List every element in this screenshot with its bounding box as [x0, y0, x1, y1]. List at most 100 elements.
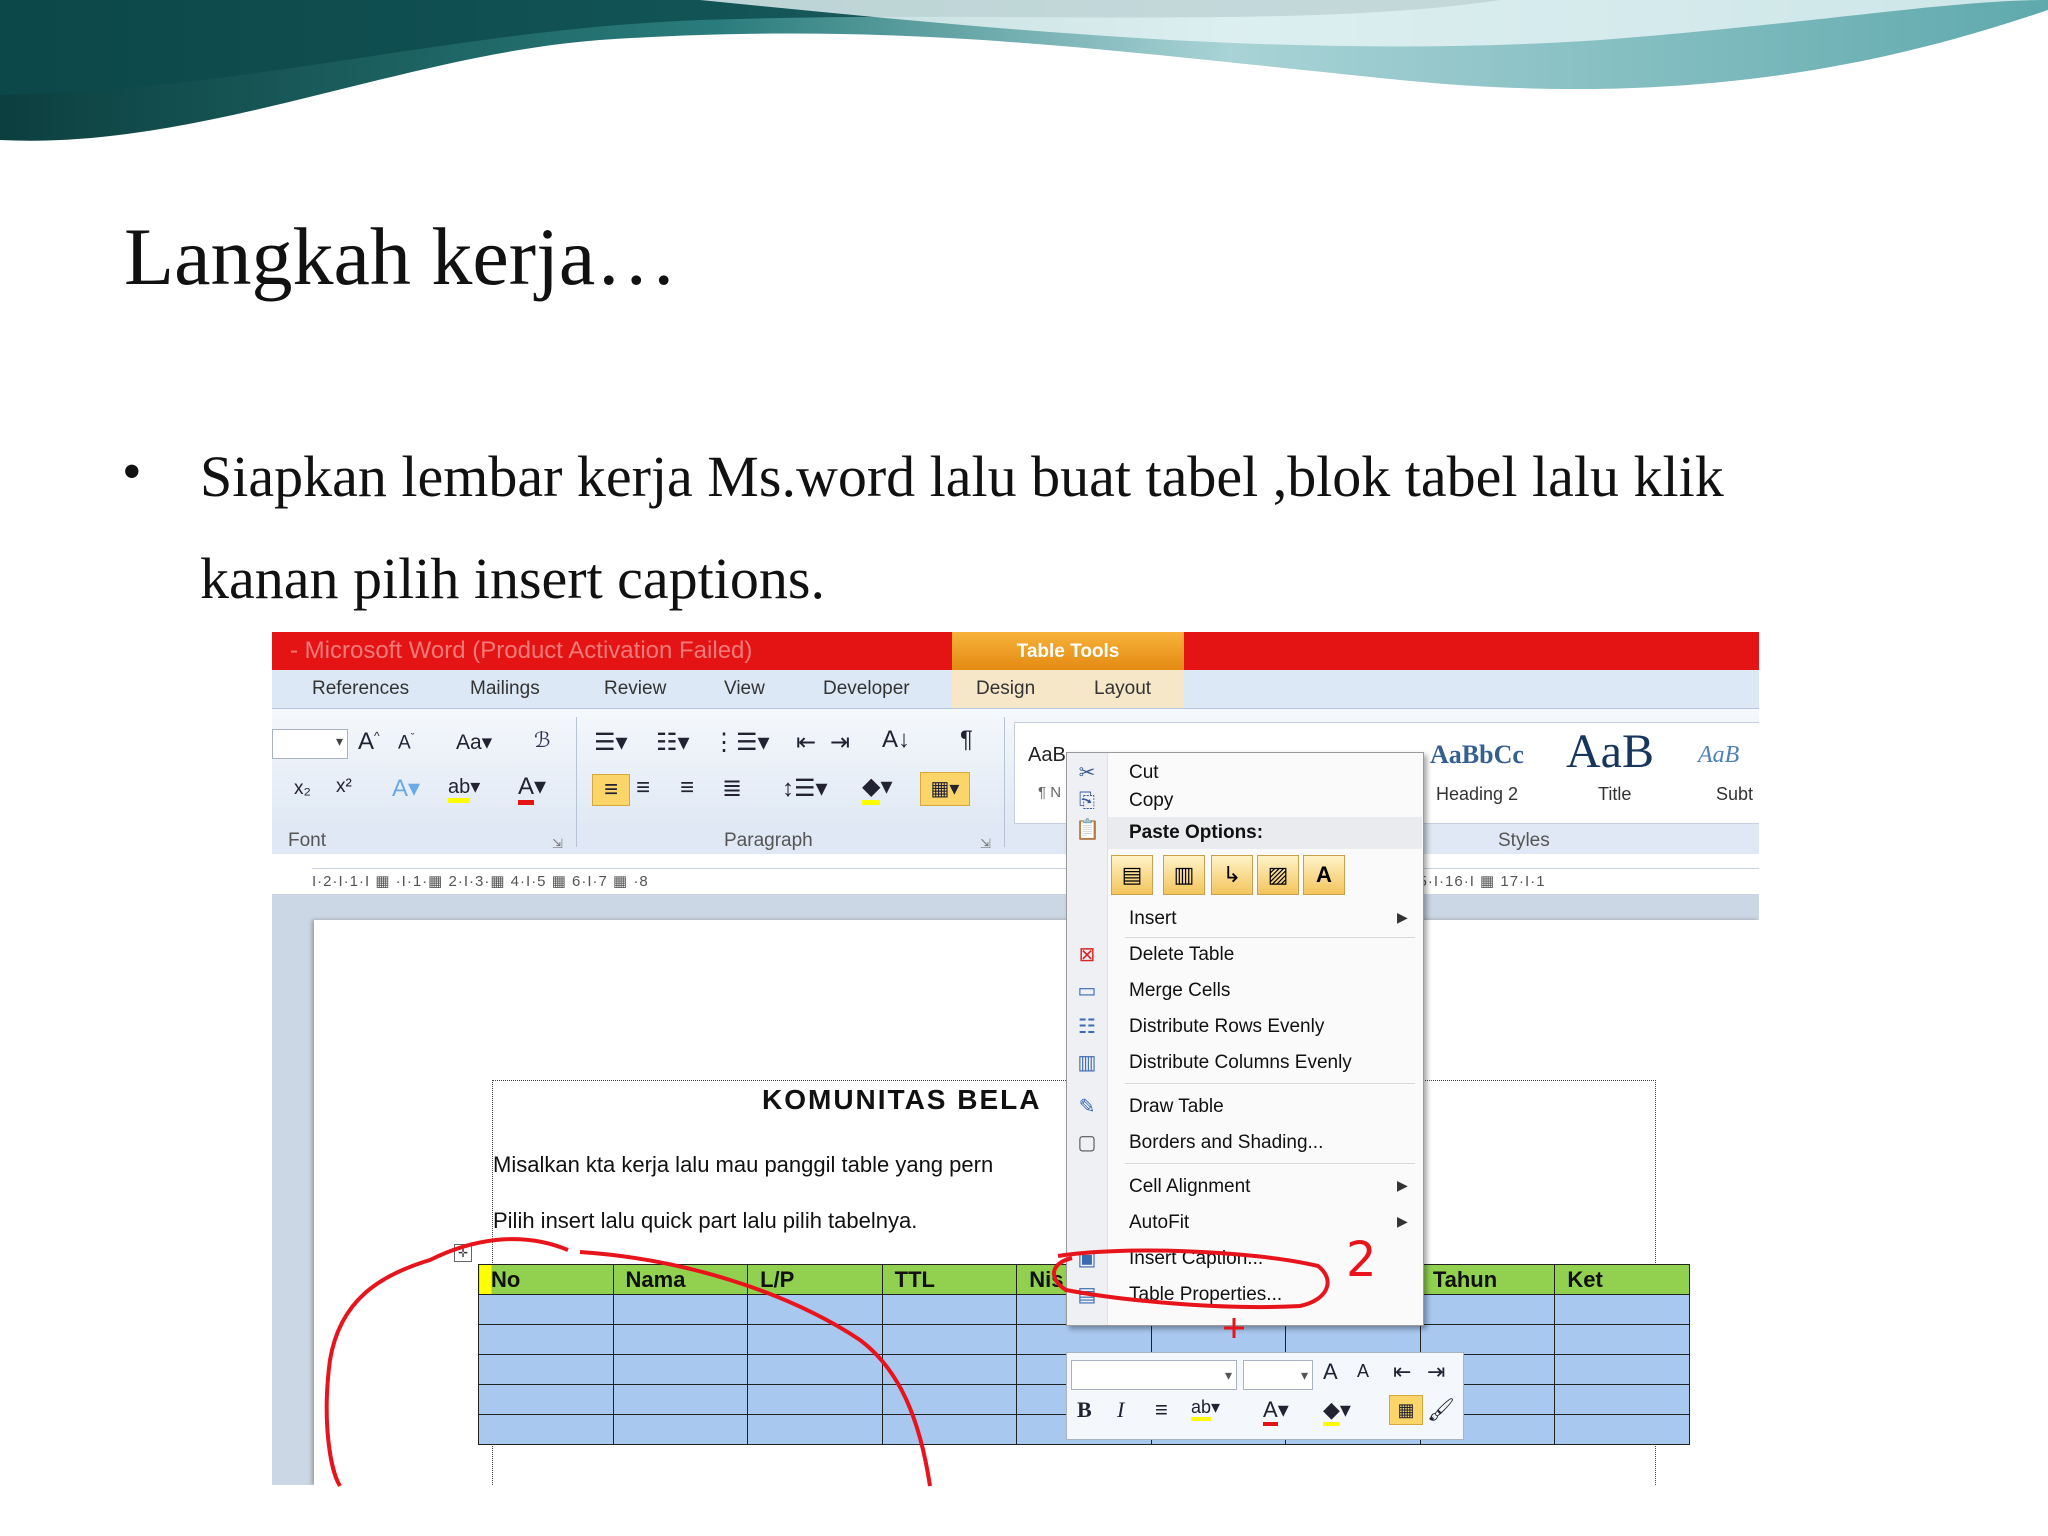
menu-item-merge-cells[interactable]: ▭ Merge Cells	[1067, 975, 1423, 1009]
menu-item-autofit[interactable]: AutoFit ▶	[1067, 1207, 1423, 1241]
table-cell[interactable]	[881, 1354, 1018, 1385]
table-cell[interactable]	[612, 1354, 749, 1385]
table-cell[interactable]	[1419, 1294, 1556, 1325]
table-header-cell[interactable]: No	[478, 1264, 614, 1295]
center-icon[interactable]: ≡	[1155, 1397, 1168, 1423]
table-cell[interactable]	[1554, 1294, 1690, 1325]
table-cell[interactable]	[747, 1384, 883, 1415]
style-preview-subtitle[interactable]: AaB	[1698, 742, 1739, 769]
bold-icon[interactable]: B	[1077, 1397, 1092, 1423]
table-cell[interactable]	[612, 1414, 749, 1445]
table-cell[interactable]	[478, 1354, 614, 1385]
line-spacing-icon[interactable]: ↕☰▾	[782, 774, 828, 803]
table-cell[interactable]	[612, 1384, 749, 1415]
grow-font-icon[interactable]: A	[1323, 1359, 1338, 1385]
style-preview-normal[interactable]: AaB	[1028, 744, 1066, 767]
table-cell[interactable]	[747, 1354, 883, 1385]
tab-mailings[interactable]: Mailings	[470, 678, 540, 700]
decrease-indent-icon[interactable]: ⇤	[796, 728, 816, 757]
highlight-color-icon[interactable]: ab▾	[448, 774, 480, 803]
shading-icon[interactable]: ◆▾	[1323, 1397, 1351, 1426]
tab-references[interactable]: References	[312, 678, 409, 700]
align-right-icon[interactable]: ≡	[680, 774, 694, 802]
table-cell[interactable]	[478, 1324, 614, 1355]
grow-font-icon[interactable]: A^	[358, 728, 380, 756]
increase-indent-icon[interactable]: ⇥	[830, 728, 850, 757]
table-header-cell[interactable]: TTL	[881, 1264, 1018, 1295]
tab-view[interactable]: View	[724, 678, 765, 700]
table-cell[interactable]	[1285, 1324, 1421, 1355]
show-paragraph-marks-icon[interactable]: ¶	[960, 726, 973, 754]
paste-nested-table-icon[interactable]: ↳	[1211, 855, 1253, 895]
borders-button-icon[interactable]: ▦▾	[920, 772, 970, 806]
format-painter-icon[interactable]: 🖌	[1427, 1397, 1455, 1423]
font-color-icon[interactable]: A▾	[1263, 1397, 1289, 1426]
table-cell[interactable]	[612, 1294, 749, 1325]
align-left-icon[interactable]: ≡	[592, 774, 630, 806]
borders-button-icon[interactable]: ▦	[1389, 1395, 1423, 1425]
table-cell[interactable]	[881, 1294, 1018, 1325]
keep-text-only-icon[interactable]: A	[1303, 855, 1345, 895]
highlight-color-icon[interactable]: ab▾	[1191, 1397, 1220, 1421]
menu-item-copy[interactable]: ⎘ Copy	[1067, 785, 1423, 819]
table-cell[interactable]	[1419, 1324, 1556, 1355]
table-cell[interactable]	[1554, 1414, 1690, 1445]
table-cell[interactable]	[881, 1384, 1018, 1415]
menu-item-distribute-columns[interactable]: ▥ Distribute Columns Evenly	[1067, 1047, 1423, 1081]
table-move-handle-icon[interactable]: ✛	[454, 1244, 472, 1262]
style-preview-title[interactable]: AaB	[1566, 724, 1654, 779]
dialog-launcher-icon[interactable]: ⇲	[552, 836, 563, 852]
menu-item-table-properties[interactable]: ▤ Table Properties...	[1067, 1279, 1423, 1313]
table-cell[interactable]	[1554, 1354, 1690, 1385]
style-preview-heading2[interactable]: AaBbCc	[1430, 740, 1524, 770]
subscript-icon[interactable]: x₂	[294, 778, 311, 800]
menu-item-cell-alignment[interactable]: Cell Alignment ▶	[1067, 1171, 1423, 1205]
table-header-cell[interactable]: Ket	[1554, 1264, 1690, 1295]
dialog-launcher-icon[interactable]: ⇲	[980, 836, 991, 852]
table-cell[interactable]	[747, 1414, 883, 1445]
table-cell[interactable]	[1554, 1384, 1690, 1415]
table-cell[interactable]	[747, 1294, 883, 1325]
decrease-indent-icon[interactable]: ⇤	[1393, 1359, 1411, 1385]
keep-source-formatting-icon[interactable]: ▤	[1111, 855, 1153, 895]
multilevel-list-icon[interactable]: ⋮☰▾	[712, 728, 770, 757]
table-cell[interactable]	[1150, 1324, 1287, 1355]
mini-font-name-box[interactable]: ▾	[1071, 1360, 1237, 1390]
menu-item-borders-shading[interactable]: ▢ Borders and Shading...	[1067, 1127, 1423, 1161]
table-cell[interactable]	[747, 1324, 883, 1355]
table-cell[interactable]	[881, 1324, 1018, 1355]
superscript-icon[interactable]: x²	[336, 776, 352, 798]
bullets-icon[interactable]: ☰▾	[594, 728, 628, 757]
clear-formatting-icon[interactable]: ℬ	[534, 728, 551, 753]
table-cell[interactable]	[612, 1324, 749, 1355]
tab-developer[interactable]: Developer	[823, 678, 910, 700]
menu-item-insert[interactable]: Insert ▶	[1067, 903, 1423, 937]
menu-item-insert-caption[interactable]: ▣ Insert Caption...	[1067, 1243, 1423, 1277]
tab-layout[interactable]: Layout	[1094, 678, 1151, 700]
shading-icon[interactable]: ◆▾	[862, 772, 893, 805]
text-effects-icon[interactable]: A▾	[392, 774, 420, 803]
table-cell[interactable]	[478, 1384, 614, 1415]
increase-indent-icon[interactable]: ⇥	[1427, 1359, 1445, 1385]
table-header-cell[interactable]: L/P	[747, 1264, 883, 1295]
table-cell[interactable]	[881, 1414, 1018, 1445]
menu-item-delete-table[interactable]: ⊠ Delete Table	[1067, 939, 1423, 973]
table-cell[interactable]	[1016, 1324, 1152, 1355]
paste-picture-icon[interactable]: ▨	[1257, 855, 1299, 895]
mini-font-size-box[interactable]: ▾	[1243, 1360, 1313, 1390]
menu-item-draw-table[interactable]: ✎ Draw Table	[1067, 1091, 1423, 1125]
table-cell[interactable]	[1554, 1324, 1690, 1355]
table-header-cell[interactable]: Nama	[612, 1264, 749, 1295]
justify-icon[interactable]: ≣	[722, 774, 742, 803]
table-header-cell[interactable]: Tahun	[1419, 1264, 1556, 1295]
sort-icon[interactable]: A↓	[882, 726, 910, 754]
table-cell[interactable]	[478, 1294, 614, 1325]
align-center-icon[interactable]: ≡	[636, 774, 650, 802]
shrink-font-icon[interactable]: Aˇ	[398, 732, 414, 754]
numbering-icon[interactable]: ☷▾	[656, 728, 690, 757]
tab-design[interactable]: Design	[976, 678, 1035, 700]
italic-icon[interactable]: I	[1117, 1397, 1124, 1423]
table-cell[interactable]	[478, 1414, 614, 1445]
font-color-icon[interactable]: A▾	[518, 772, 546, 805]
font-size-box[interactable]: ▾	[272, 729, 348, 759]
